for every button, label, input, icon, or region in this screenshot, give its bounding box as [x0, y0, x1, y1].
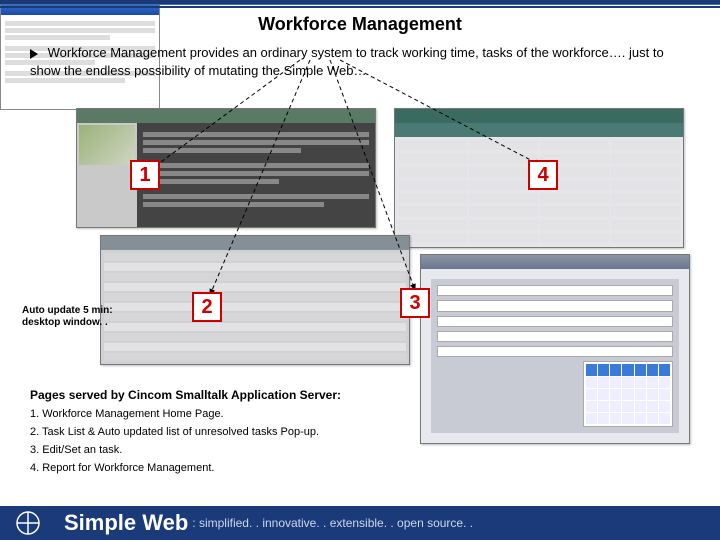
- intro-text: Workforce Management provides an ordinar…: [30, 45, 664, 78]
- globe-icon: [0, 506, 56, 540]
- reports-grid: [395, 137, 683, 247]
- served-header: Pages served by Cincom Smalltalk Applica…: [30, 388, 341, 402]
- topbar-stripe-3: [0, 6, 720, 8]
- callout-2: 2: [192, 292, 222, 322]
- served-item-4: 4. Report for Workforce Management.: [30, 462, 341, 474]
- served-item-2: 2. Task List & Auto updated list of unre…: [30, 426, 341, 438]
- footer-bar: Simple Web : simplified. . innovative. .…: [0, 506, 720, 540]
- screenshot-sidebar: [77, 123, 137, 227]
- task-rows: [101, 250, 409, 364]
- popup-caption-l1: Auto update 5 min:: [22, 305, 113, 317]
- served-by-list: Pages served by Cincom Smalltalk Applica…: [30, 388, 341, 480]
- served-item-1: 1. Workforce Management Home Page.: [30, 408, 341, 420]
- callout-3: 3: [400, 288, 430, 318]
- edit-form: [431, 279, 679, 433]
- screenshot-edit-task: [420, 254, 690, 444]
- popup-caption-l2: desktop window. .: [22, 317, 113, 329]
- screenshot-header: [395, 109, 683, 123]
- screenshot-header: [421, 255, 689, 269]
- served-item-3: 3. Edit/Set an task.: [30, 444, 341, 456]
- screenshot-header: [77, 109, 375, 123]
- callout-4: 4: [528, 160, 558, 190]
- screenshot-header: [101, 236, 409, 250]
- bullet-icon: [30, 49, 38, 59]
- callout-1: 1: [130, 160, 160, 190]
- screenshot-task-list: [100, 235, 410, 365]
- footer-tagline: : simplified. . innovative. . extensible…: [192, 516, 473, 530]
- page-title: Workforce Management: [0, 14, 720, 35]
- popup-caption: Auto update 5 min: desktop window. .: [22, 305, 113, 329]
- leaf-image: [79, 125, 135, 165]
- footer-brand: Simple Web: [64, 510, 188, 536]
- reports-banner: [395, 123, 683, 137]
- screenshot-main: [137, 123, 375, 227]
- intro-paragraph: Workforce Management provides an ordinar…: [30, 44, 680, 79]
- screenshot-home: [76, 108, 376, 228]
- calendar-icon: [583, 361, 673, 427]
- topbar-stripe-2: [0, 4, 720, 5]
